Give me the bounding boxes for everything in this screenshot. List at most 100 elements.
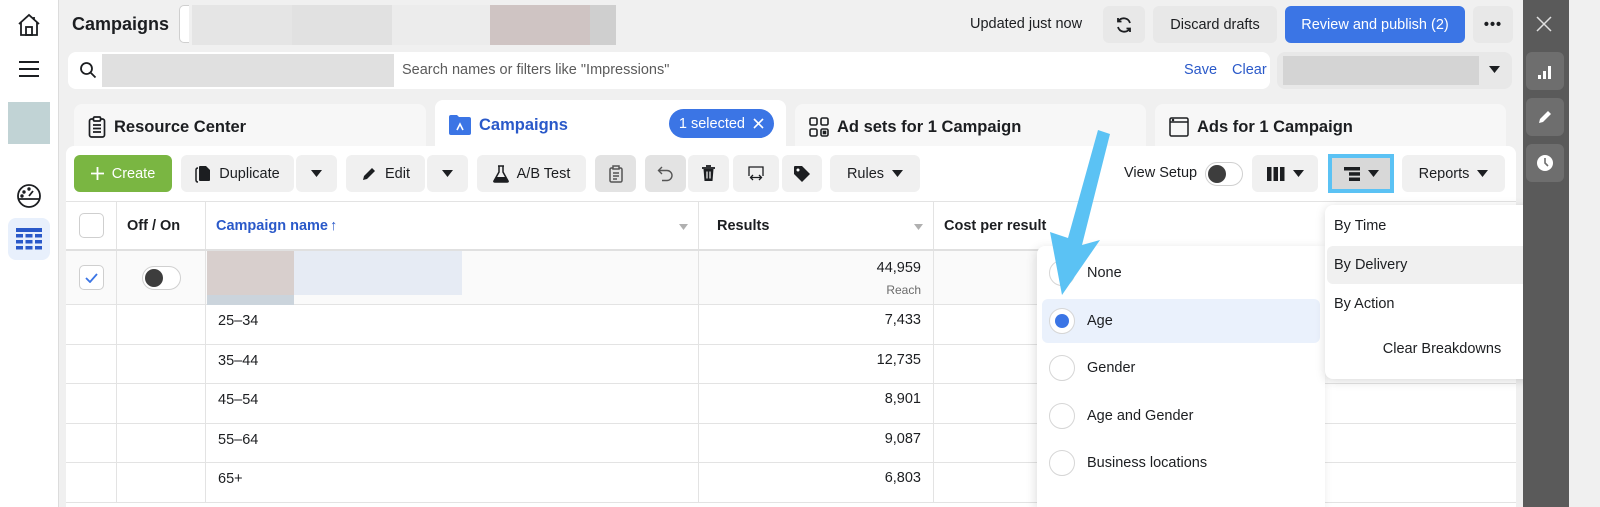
columns-button[interactable]	[1252, 155, 1318, 192]
ab-test-button[interactable]: A/B Test	[477, 155, 586, 192]
columns-icon	[1266, 166, 1284, 181]
search-icon	[80, 62, 97, 79]
row-select-cell	[66, 251, 117, 304]
delivery-option-business-locations[interactable]: Business locations	[1042, 441, 1320, 485]
pencil-icon	[363, 167, 375, 180]
save-search-link[interactable]: Save	[1184, 62, 1217, 78]
radio-button[interactable]	[1049, 355, 1075, 381]
tab-campaigns[interactable]: Campaigns 1 selected	[435, 100, 786, 150]
campaigns-table-icon[interactable]	[8, 218, 50, 260]
campaign-name-cell[interactable]	[206, 251, 699, 305]
radio-button[interactable]	[1049, 403, 1075, 429]
delivery-option-age[interactable]: Age	[1042, 299, 1320, 343]
dashboard-gauge-icon[interactable]	[8, 175, 50, 217]
radio-button[interactable]	[1049, 260, 1075, 286]
delivery-option-gender[interactable]: Gender	[1042, 346, 1320, 390]
column-menu-caret-icon[interactable]	[914, 224, 923, 230]
search-bar[interactable]: Search names or filters like "Impression…	[68, 52, 1270, 89]
age-range-label: 25–34	[218, 313, 259, 329]
undo-button[interactable]	[645, 155, 686, 192]
results-value: 6,803	[884, 470, 921, 486]
radio-button[interactable]	[1049, 308, 1075, 334]
tag-icon	[794, 165, 810, 182]
refresh-button[interactable]	[1103, 6, 1145, 43]
radio-button[interactable]	[1049, 450, 1075, 476]
close-icon[interactable]	[753, 118, 764, 129]
left-nav-rail	[0, 0, 59, 507]
column-menu-caret-icon[interactable]	[679, 224, 688, 230]
select-all-checkbox[interactable]	[78, 213, 104, 238]
column-header-campaign-name[interactable]: Campaign name ↑	[206, 202, 699, 249]
more-options-button[interactable]: •••	[1473, 6, 1513, 43]
compare-button[interactable]	[733, 155, 779, 192]
row-select-cell	[66, 463, 117, 502]
results-value: 7,433	[884, 312, 921, 328]
right-side-panel-rail	[1523, 0, 1569, 507]
review-clipboard-button[interactable]	[595, 155, 636, 192]
tab-resource-center[interactable]: Resource Center	[74, 104, 426, 150]
column-header-results[interactable]: Results	[699, 202, 934, 249]
tab-label: Resource Center	[114, 117, 247, 136]
row-checkbox[interactable]	[78, 265, 104, 290]
select-all-cell	[66, 202, 117, 249]
off-on-cell	[117, 251, 206, 304]
results-value: 12,735	[876, 351, 921, 368]
redacted-name-block	[207, 295, 294, 305]
search-input[interactable]: Search names or filters like "Impression…	[402, 62, 669, 78]
results-value: 8,901	[884, 391, 921, 407]
campaign-toggle[interactable]	[141, 265, 181, 290]
page-title: Campaigns	[72, 14, 170, 34]
caret-down-icon	[892, 170, 904, 177]
checkmark-icon	[84, 272, 98, 283]
pencil-icon	[1539, 111, 1551, 123]
delivery-option-age-and-gender[interactable]: Age and Gender	[1042, 394, 1320, 438]
history-panel-button[interactable]	[1526, 144, 1564, 182]
column-header-off-on[interactable]: Off / On	[117, 202, 206, 249]
update-status: Updated just now	[970, 16, 1083, 32]
table-header: Off / On Campaign name ↑ Results Cost pe…	[66, 201, 1516, 251]
off-on-cell	[117, 344, 206, 383]
bar-chart-icon	[1538, 66, 1551, 79]
plus-icon	[90, 167, 104, 180]
duplicate-dropdown[interactable]	[296, 155, 337, 192]
breakdown-button[interactable]	[1328, 154, 1394, 193]
active-filter-chip[interactable]	[102, 54, 394, 87]
edit-dropdown[interactable]	[427, 155, 468, 192]
age-range-cell: 65+	[206, 463, 699, 502]
undo-icon	[657, 166, 673, 181]
selected-count-badge[interactable]: 1 selected	[668, 109, 774, 138]
tab-ads[interactable]: Ads for 1 Campaign	[1155, 104, 1506, 150]
radio-selected-dot	[1055, 314, 1069, 328]
caret-down-icon	[1489, 66, 1500, 73]
age-range-cell: 45–54	[206, 384, 699, 423]
close-panel-icon[interactable]	[1536, 16, 1552, 37]
rules-button[interactable]: Rules	[830, 155, 920, 192]
main-area: Campaigns Updated just now Discard draft…	[60, 0, 1559, 507]
breakdown-icon	[1343, 166, 1360, 181]
create-button[interactable]: Create	[74, 155, 172, 192]
tag-button[interactable]	[782, 155, 822, 192]
edit-button[interactable]: Edit	[346, 155, 425, 192]
account-selector[interactable]	[179, 5, 617, 45]
discard-drafts-button[interactable]: Discard drafts	[1153, 6, 1277, 43]
view-setup-toggle[interactable]	[1205, 162, 1243, 186]
review-publish-button[interactable]: Review and publish (2)	[1285, 6, 1465, 43]
off-on-cell	[117, 384, 206, 423]
delete-button[interactable]	[688, 155, 729, 192]
charts-panel-button[interactable]	[1526, 52, 1564, 90]
age-range-cell: 55–64	[206, 423, 699, 462]
reports-button[interactable]: Reports	[1402, 155, 1505, 192]
duplicate-button[interactable]: Duplicate	[181, 155, 294, 192]
menu-icon[interactable]	[8, 48, 50, 90]
date-range-select[interactable]	[1277, 52, 1512, 89]
clear-search-link[interactable]: Clear	[1232, 62, 1267, 78]
tab-ad-sets[interactable]: Ad sets for 1 Campaign	[795, 104, 1146, 150]
account-avatar[interactable]	[8, 102, 50, 144]
delivery-breakdown-menu: None Age Gender Age and Gender Business loca…	[1037, 246, 1325, 507]
delivery-option-none[interactable]: None	[1042, 251, 1320, 295]
results-cell: 44,959 Reach	[699, 251, 934, 304]
home-icon[interactable]	[8, 4, 50, 46]
edit-panel-button[interactable]	[1526, 98, 1564, 136]
duplicate-icon	[195, 165, 211, 183]
grid-icon	[809, 117, 829, 137]
